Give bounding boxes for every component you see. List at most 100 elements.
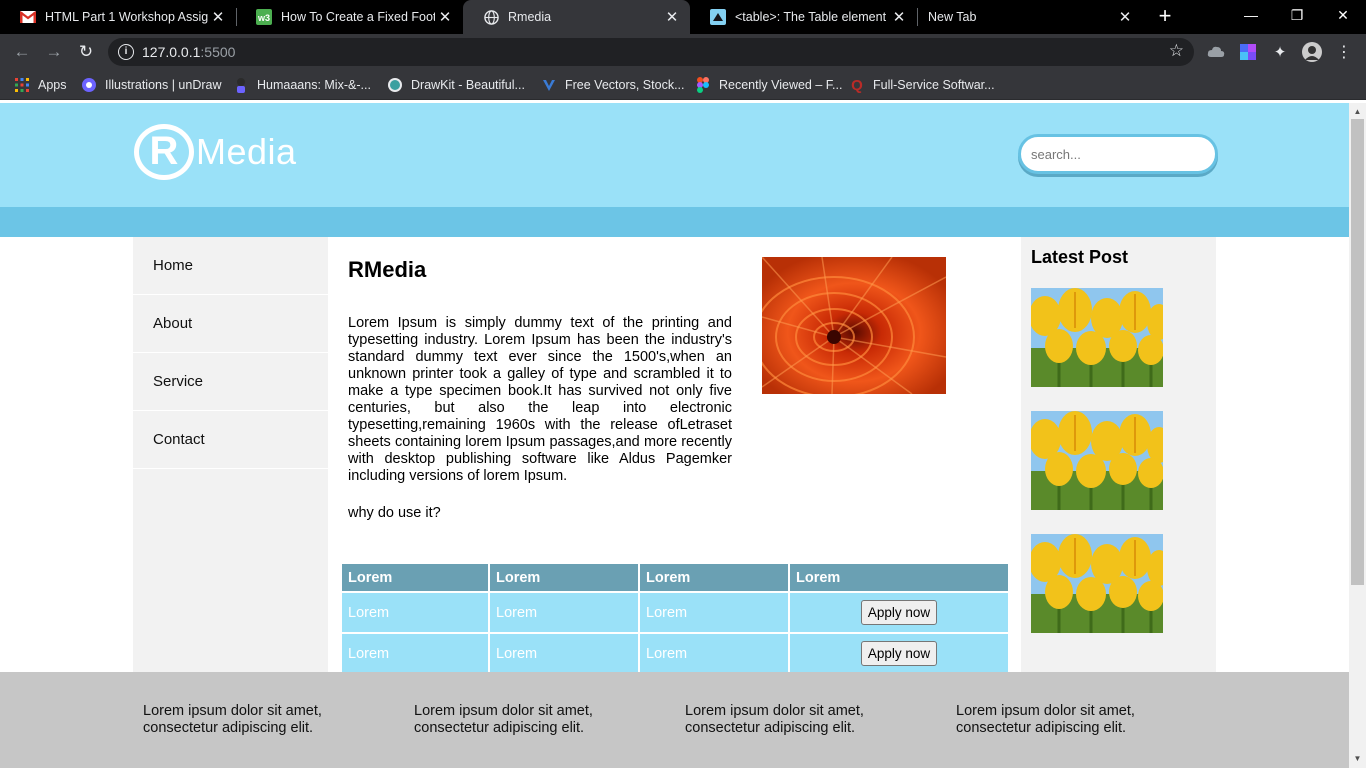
restore-icon[interactable]: ❐ (1274, 0, 1320, 30)
page-viewport: R Media Home About Service Contact RMedi… (0, 103, 1349, 768)
footer-text: Lorem ipsum dolor sit amet, consectetur … (685, 703, 864, 736)
table-cell: Lorem (490, 593, 638, 632)
tulip-image[interactable] (1031, 534, 1163, 633)
address-url[interactable]: 127.0.0.1:5500 (142, 44, 235, 60)
close-icon[interactable]: ✕ (889, 7, 909, 27)
globe-icon (483, 9, 499, 25)
gradient-extension-icon[interactable] (1238, 42, 1258, 62)
scroll-thumb[interactable] (1351, 119, 1364, 585)
sidebar-menu: Home About Service Contact (133, 237, 328, 677)
table-cell: Apply now (790, 634, 1008, 673)
bookmark-apps[interactable]: Apps (14, 76, 67, 94)
bookmark-label: Illustrations | unDraw (105, 78, 222, 92)
table-cell: Lorem (640, 634, 788, 673)
back-arrow-icon[interactable]: ← (10, 40, 34, 64)
tab-strip: HTML Part 1 Workshop Assignment ✕ w3 How… (0, 0, 1366, 34)
search-input[interactable] (1018, 134, 1218, 174)
latest-post-title: Latest Post (1031, 247, 1129, 267)
apply-now-button[interactable]: Apply now (860, 600, 938, 625)
bookmark-label: Free Vectors, Stock... (565, 78, 685, 92)
bookmark-label: DrawKit - Beautiful... (411, 78, 525, 92)
tab-title: How To Create a Fixed Footer (281, 10, 435, 24)
scroll-down-arrow-icon[interactable]: ▼ (1353, 754, 1362, 763)
table-cell: Lorem (640, 593, 788, 632)
cloud-extension-icon[interactable] (1206, 42, 1226, 62)
undraw-icon (81, 77, 97, 93)
flower-image (762, 257, 946, 394)
tulip-image[interactable] (1031, 411, 1163, 510)
avatar[interactable] (1302, 42, 1322, 62)
footer-text: Lorem ipsum dolor sit amet, consectetur … (143, 703, 322, 736)
more-vertical-icon[interactable]: ⋮ (1334, 42, 1354, 62)
tab-mdn[interactable]: <table>: The Table element - HTML ✕ (690, 0, 917, 34)
menu-item-service[interactable]: Service (133, 353, 328, 411)
minimize-icon[interactable]: — (1228, 0, 1274, 30)
bookmark-label: Full-Service Softwar... (873, 78, 995, 92)
tab-title: Rmedia (508, 10, 552, 24)
reload-icon[interactable]: ↻ (74, 40, 98, 64)
drawkit-icon (387, 77, 403, 93)
svg-text:w3: w3 (257, 13, 270, 23)
table-cell: Apply now (790, 593, 1008, 632)
page-scrollbar[interactable]: ▲ ▼ (1349, 103, 1366, 768)
intro-paragraph: Lorem Ipsum is simply dummy text of the … (348, 315, 732, 484)
bookmark-undraw[interactable]: Illustrations | unDraw (81, 76, 222, 94)
footer-text: Lorem ipsum dolor sit amet, consectetur … (956, 703, 1135, 736)
tab-rmedia[interactable]: Rmedia ✕ (463, 0, 690, 34)
close-icon[interactable]: ✕ (435, 7, 455, 27)
bookmark-star-icon[interactable]: ☆ (1169, 41, 1184, 61)
gmail-icon (20, 9, 36, 25)
apps-grid-icon (14, 77, 30, 93)
bookmark-drawkit[interactable]: DrawKit - Beautiful... (387, 76, 525, 94)
menu-item-home[interactable]: Home (133, 237, 328, 295)
bookmarks-bar: Apps Illustrations | unDraw Humaaans: Mi… (0, 70, 1366, 100)
puzzle-extensions-icon[interactable]: ✦ (1270, 42, 1290, 62)
new-tab-button[interactable]: + (1153, 5, 1177, 29)
table-header-cell: Lorem (790, 564, 1008, 591)
footer-text: Lorem ipsum dolor sit amet, consectetur … (414, 703, 593, 736)
tab-gmail[interactable]: HTML Part 1 Workshop Assignment ✕ (0, 0, 236, 34)
site-logo[interactable]: R Media (134, 123, 297, 181)
tab-title: New Tab (928, 10, 977, 24)
table-row: Lorem Lorem Lorem Apply now (342, 634, 1008, 673)
figma-icon (695, 77, 711, 93)
data-table: Lorem Lorem Lorem Lorem Lorem Lorem Lore… (340, 562, 1010, 675)
close-icon[interactable]: ✕ (1115, 7, 1135, 27)
tab-new-tab[interactable]: New Tab ✕ (908, 0, 1143, 34)
tab-w3schools[interactable]: w3 How To Create a Fixed Footer ✕ (236, 0, 463, 34)
table-header-cell: Lorem (490, 564, 638, 591)
address-host: 127.0.0.1 (142, 44, 201, 60)
vecteezy-icon (541, 77, 557, 93)
bookmark-quora[interactable]: Q Full-Service Softwar... (849, 76, 995, 94)
bookmark-label: Apps (38, 78, 67, 92)
why-text: why do use it? (348, 505, 441, 521)
bookmark-humaaans[interactable]: Humaaans: Mix-&-... (233, 76, 371, 94)
menu-item-about[interactable]: About (133, 295, 328, 353)
window-close-icon[interactable]: ✕ (1320, 0, 1366, 30)
bookmark-label: Humaaans: Mix-&-... (257, 78, 371, 92)
close-icon[interactable]: ✕ (662, 7, 682, 27)
scroll-up-arrow-icon[interactable]: ▲ (1353, 107, 1362, 116)
close-icon[interactable]: ✕ (208, 7, 228, 27)
humaaans-icon (233, 77, 249, 93)
tulip-image[interactable] (1031, 288, 1163, 387)
address-bar[interactable]: i 127.0.0.1:5500 ☆ (108, 38, 1194, 66)
nav-strip (0, 207, 1349, 237)
table-cell: Lorem (342, 593, 488, 632)
table-header-row: Lorem Lorem Lorem Lorem (342, 564, 1008, 591)
menu-item-contact[interactable]: Contact (133, 411, 328, 469)
browser-toolbar: ← → ↻ i 127.0.0.1:5500 ☆ ✦ ⋮ (0, 34, 1366, 70)
w3schools-icon: w3 (256, 9, 272, 25)
logo-mark: R (134, 124, 194, 180)
table-row: Lorem Lorem Lorem Apply now (342, 593, 1008, 632)
table-cell: Lorem (490, 634, 638, 673)
info-icon[interactable]: i (118, 44, 134, 60)
table-header-cell: Lorem (342, 564, 488, 591)
apply-now-button[interactable]: Apply now (860, 641, 938, 666)
bookmark-vecteezy[interactable]: Free Vectors, Stock... (541, 76, 685, 94)
mdn-icon (710, 9, 726, 25)
quora-icon: Q (851, 76, 863, 94)
forward-arrow-icon[interactable]: → (42, 40, 66, 64)
bookmark-figma[interactable]: Recently Viewed – F... (695, 76, 842, 94)
address-port: :5500 (200, 44, 236, 60)
